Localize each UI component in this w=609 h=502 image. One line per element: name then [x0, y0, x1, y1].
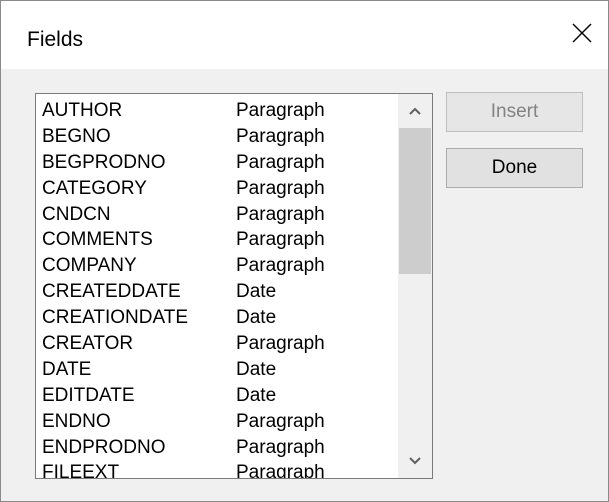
list-item[interactable]: CNDCN Paragraph	[42, 202, 394, 228]
close-button[interactable]	[560, 11, 604, 55]
vertical-scrollbar[interactable]	[398, 94, 432, 478]
field-name: FILEEXT	[42, 462, 120, 479]
list-item[interactable]: DATE Date	[42, 357, 394, 383]
chevron-down-icon	[409, 457, 421, 465]
field-type: Paragraph	[236, 255, 325, 277]
close-icon	[572, 23, 592, 43]
list-item[interactable]: ENDPRODNO Paragraph	[42, 435, 394, 461]
list-item[interactable]: CREATIONDATE Date	[42, 305, 394, 331]
field-name: AUTHOR	[42, 100, 123, 121]
field-type: Date	[236, 281, 277, 303]
list-item[interactable]: COMPANY Paragraph	[42, 253, 394, 279]
list-item[interactable]: BEGPRODNO Paragraph	[42, 150, 394, 176]
field-name: CREATEDDATE	[42, 281, 181, 303]
field-type: Date	[236, 358, 277, 380]
field-type: Date	[236, 307, 277, 329]
fields-listbox[interactable]: AUTHOR Paragraph BEGNO Paragraph BEGPRODNO Pa…	[35, 93, 433, 479]
field-name: CNDCN	[42, 203, 111, 225]
title-bar: Fields	[1, 1, 608, 69]
field-type: Paragraph	[236, 229, 325, 251]
fields-dialog: Fields AUTHOR Paragraph BEGNO Paragraph BEGP…	[0, 0, 609, 502]
list-item[interactable]: CATEGORY Paragraph	[42, 176, 394, 202]
insert-button[interactable]: Insert	[446, 92, 583, 132]
list-item[interactable]: FILEEXT Paragraph	[42, 460, 394, 479]
field-name: BEGPRODNO	[42, 151, 166, 173]
field-name: DATE	[42, 358, 92, 380]
list-item[interactable]: COMMENTS Paragraph	[42, 227, 394, 253]
field-name: CREATIONDATE	[42, 307, 189, 329]
scrollbar-thumb[interactable]	[399, 128, 431, 274]
field-type: Paragraph	[236, 151, 325, 173]
field-name: EDITDATE	[42, 384, 135, 406]
list-item[interactable]: EDITDATE Date	[42, 383, 394, 409]
chevron-up-icon	[409, 107, 421, 115]
field-name: BEGNO	[42, 125, 111, 147]
dialog-title: Fields	[27, 28, 84, 51]
field-type: Paragraph	[236, 410, 325, 432]
field-name: COMPANY	[42, 255, 137, 277]
done-button[interactable]: Done	[446, 148, 583, 188]
list-item[interactable]: ENDNO Paragraph	[42, 409, 394, 435]
list-item[interactable]: AUTHOR Paragraph	[42, 98, 394, 124]
list-item[interactable]: CREATEDDATE Date	[42, 279, 394, 305]
field-type: Paragraph	[236, 203, 325, 225]
field-type: Date	[236, 384, 277, 406]
field-name: CREATOR	[42, 333, 134, 355]
field-type: Paragraph	[236, 333, 325, 355]
field-type: Paragraph	[236, 462, 325, 479]
field-type: Paragraph	[236, 100, 325, 121]
list-item[interactable]: BEGNO Paragraph	[42, 124, 394, 150]
scroll-up-button[interactable]	[398, 94, 432, 128]
scroll-down-button[interactable]	[398, 444, 432, 478]
field-type: Paragraph	[236, 436, 325, 458]
list-item[interactable]: CREATOR Paragraph	[42, 331, 394, 357]
field-name: ENDPRODNO	[42, 436, 166, 458]
fields-list: AUTHOR Paragraph BEGNO Paragraph BEGPRODNO Pa…	[42, 98, 394, 479]
field-name: COMMENTS	[42, 229, 153, 251]
field-type: Paragraph	[236, 177, 325, 199]
field-name: CATEGORY	[42, 177, 147, 199]
field-type: Paragraph	[236, 125, 325, 147]
field-name: ENDNO	[42, 410, 111, 432]
